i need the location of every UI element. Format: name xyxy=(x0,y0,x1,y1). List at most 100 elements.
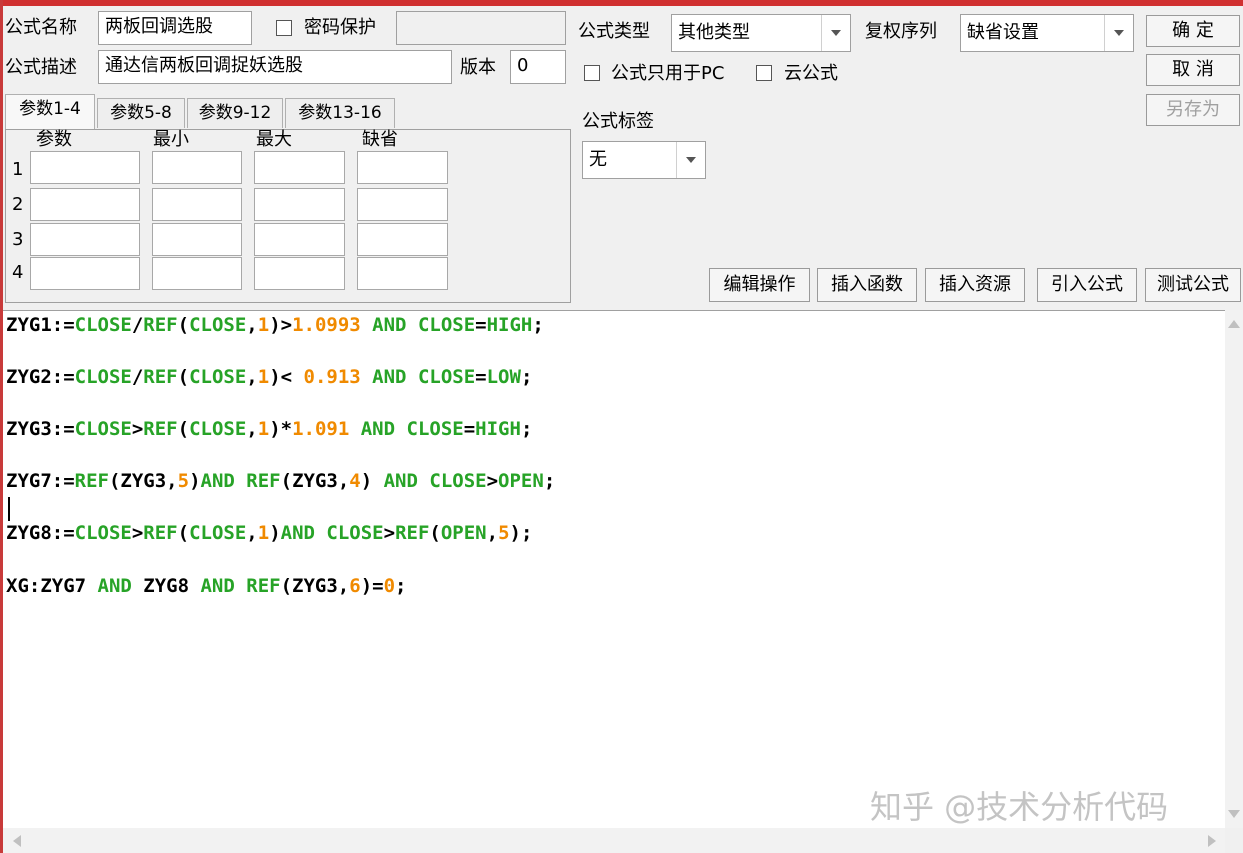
code-token: , xyxy=(246,522,258,544)
code-token: > xyxy=(131,522,144,544)
version-label: 版本 xyxy=(460,57,496,78)
tab-params-13-16[interactable]: 参数13-16 xyxy=(285,98,395,128)
code-token: ZYG2:= xyxy=(6,366,75,388)
code-token: / xyxy=(131,314,144,336)
formula-desc-label: 公式描述 xyxy=(5,57,77,78)
code-line: XG:ZYG7 AND ZYG8 AND REF(ZYG3,6)=0; xyxy=(6,574,406,598)
horizontal-scrollbar[interactable] xyxy=(3,828,1225,853)
code-token: CLOSE xyxy=(417,314,476,336)
code-token: REF xyxy=(143,522,178,544)
param-row-number: 3 xyxy=(12,229,24,250)
code-token: , xyxy=(246,366,258,388)
code-token: REF xyxy=(143,366,178,388)
code-token: CLOSE xyxy=(429,470,487,492)
param-3-min-input[interactable] xyxy=(152,223,242,256)
code-token: REF xyxy=(246,575,281,597)
code-token: REF xyxy=(395,522,430,544)
code-token: REF xyxy=(143,314,178,336)
code-token: ( xyxy=(177,366,190,388)
ok-button[interactable]: 确 定 xyxy=(1146,15,1240,47)
scroll-down-icon[interactable] xyxy=(1228,810,1240,818)
scroll-up-icon[interactable] xyxy=(1228,320,1240,328)
param-4-name-input[interactable] xyxy=(30,257,140,290)
cloud-formula-checkbox[interactable] xyxy=(756,65,772,81)
code-token: 5 xyxy=(498,522,510,544)
code-token: CLOSE xyxy=(189,418,247,440)
code-token: AND xyxy=(97,575,132,597)
param-1-max-input[interactable] xyxy=(254,151,345,184)
vertical-scrollbar[interactable] xyxy=(1225,310,1243,828)
code-token: ; xyxy=(520,366,533,388)
code-editor[interactable]: ZYG1:=CLOSE/REF(CLOSE,1)>1.0993 AND CLOS… xyxy=(3,310,1225,829)
code-token: ( xyxy=(177,418,190,440)
insert-resource-button[interactable]: 插入资源 xyxy=(925,268,1025,302)
code-line: ZYG2:=CLOSE/REF(CLOSE,1)< 0.913 AND CLOS… xyxy=(6,365,532,389)
param-2-default-input[interactable] xyxy=(357,188,448,221)
edit-operations-button[interactable]: 编辑操作 xyxy=(709,268,810,302)
version-input[interactable]: 0 xyxy=(510,50,566,84)
pc-only-checkbox[interactable] xyxy=(584,65,600,81)
param-4-max-input[interactable] xyxy=(254,257,345,290)
param-3-max-input[interactable] xyxy=(254,223,345,256)
code-token: OPEN xyxy=(498,470,544,492)
code-token: REF xyxy=(246,470,281,492)
param-2-name-input[interactable] xyxy=(30,188,140,221)
save-as-button[interactable]: 另存为 xyxy=(1146,94,1240,126)
tab-params-5-8[interactable]: 参数5-8 xyxy=(97,98,185,128)
import-formula-button[interactable]: 引入公式 xyxy=(1037,268,1137,302)
code-token: AND xyxy=(372,366,407,388)
insert-function-button[interactable]: 插入函数 xyxy=(817,268,917,302)
cancel-button[interactable]: 取 消 xyxy=(1146,54,1240,86)
param-2-max-input[interactable] xyxy=(254,188,345,221)
param-3-name-input[interactable] xyxy=(30,223,140,256)
code-token: 1 xyxy=(257,418,270,440)
formula-type-select[interactable]: 其他类型 xyxy=(671,14,851,52)
code-token: , xyxy=(486,522,499,544)
scroll-left-icon[interactable] xyxy=(13,835,21,847)
password-protect-checkbox[interactable] xyxy=(276,20,292,36)
code-token: , xyxy=(246,418,258,440)
rights-sequence-select[interactable]: 缺省设置 xyxy=(960,14,1134,52)
code-token: XG:ZYG7 xyxy=(6,575,98,597)
code-token: AND xyxy=(360,418,396,440)
code-token: OPEN xyxy=(440,522,487,544)
code-token: AND xyxy=(200,575,235,597)
test-formula-button[interactable]: 测试公式 xyxy=(1145,268,1241,302)
chevron-down-icon xyxy=(1114,30,1124,36)
param-4-default-input[interactable] xyxy=(357,257,448,290)
password-protect-label: 密码保护 xyxy=(304,17,376,38)
code-token: (ZYG3, xyxy=(108,470,178,492)
password-input[interactable] xyxy=(396,11,566,45)
code-line: ZYG8:=CLOSE>REF(CLOSE,1)AND CLOSE>REF(OP… xyxy=(6,521,532,545)
code-token: AND xyxy=(200,470,235,492)
code-token: 1.091 xyxy=(292,418,350,440)
scroll-right-icon[interactable] xyxy=(1208,835,1216,847)
param-1-default-input[interactable] xyxy=(357,151,448,184)
formula-name-input[interactable]: 两板回调选股 xyxy=(98,11,252,45)
formula-tag-select[interactable]: 无 xyxy=(582,141,706,179)
code-token: ( xyxy=(177,314,190,336)
formula-name-label: 公式名称 xyxy=(5,17,77,38)
param-4-min-input[interactable] xyxy=(152,257,242,290)
param-1-min-input[interactable] xyxy=(152,151,242,184)
param-row-number: 2 xyxy=(12,194,24,215)
code-token: 5 xyxy=(177,470,190,492)
code-token: CLOSE xyxy=(74,418,132,440)
code-token: )= xyxy=(360,575,384,597)
code-token: HIGH xyxy=(486,314,533,336)
formula-type-label: 公式类型 xyxy=(578,21,650,42)
param-row-number: 4 xyxy=(12,262,24,283)
code-token: > xyxy=(131,418,144,440)
tab-params-1-4[interactable]: 参数1-4 xyxy=(5,94,95,130)
tab-params-9-12[interactable]: 参数9-12 xyxy=(187,98,283,128)
param-1-name-input[interactable] xyxy=(30,151,140,184)
formula-desc-input[interactable]: 通达信两板回调捉妖选股 xyxy=(98,50,452,84)
max-column-header: 最大 xyxy=(256,129,292,150)
code-token: REF xyxy=(74,470,109,492)
param-2-min-input[interactable] xyxy=(152,188,242,221)
param-3-default-input[interactable] xyxy=(357,223,448,256)
